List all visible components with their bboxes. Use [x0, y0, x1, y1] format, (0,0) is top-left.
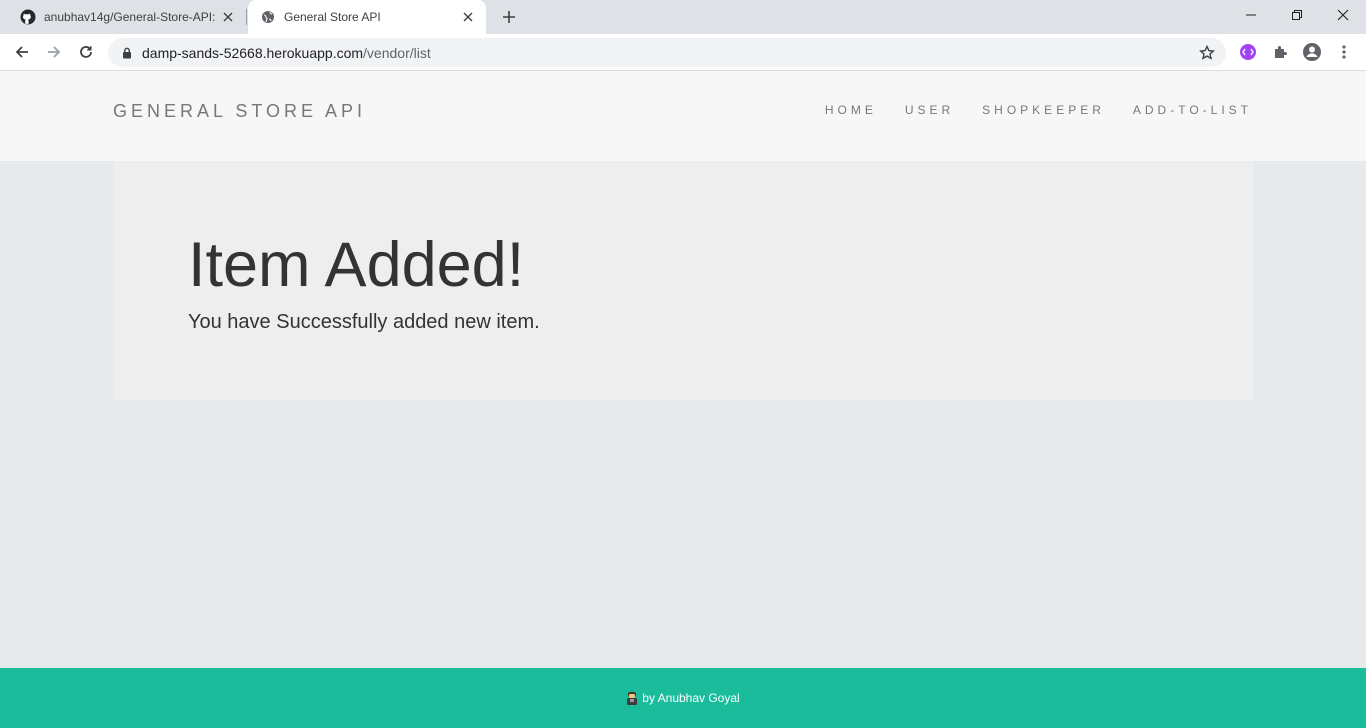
profile-avatar-icon[interactable]: [1301, 41, 1323, 63]
minimize-icon[interactable]: [1228, 0, 1274, 30]
footer-credit: by Anubhav Goyal: [626, 691, 740, 705]
window-close-icon[interactable]: [1320, 0, 1366, 30]
browser-tab-github[interactable]: anubhav14g/General-Store-API: T: [8, 0, 246, 34]
browser-tabstrip: anubhav14g/General-Store-API: T General …: [0, 0, 1366, 34]
github-icon: [20, 9, 36, 25]
browser-toolbar: damp-sands-52668.herokuapp.com/vendor/li…: [0, 34, 1366, 71]
browser-tab-general-store[interactable]: General Store API: [248, 0, 486, 34]
close-icon[interactable]: [456, 5, 480, 29]
address-bar[interactable]: damp-sands-52668.herokuapp.com/vendor/li…: [108, 38, 1226, 67]
page-title: Item Added!: [188, 230, 525, 300]
close-icon[interactable]: [216, 5, 240, 29]
tab-title: General Store API: [284, 10, 381, 24]
tab-title: anubhav14g/General-Store-API: T: [44, 10, 216, 24]
success-message: You have Successfully added new item.: [188, 311, 540, 333]
url-text: damp-sands-52668.herokuapp.com/vendor/li…: [142, 45, 431, 61]
forward-arrow-icon[interactable]: [41, 39, 67, 65]
developer-emoji-icon: [627, 692, 638, 705]
footer-credit-text: by Anubhav Goyal: [642, 691, 740, 705]
lock-icon[interactable]: [120, 46, 134, 60]
nav-link-add-to-list[interactable]: ADD-TO-LIST: [1133, 103, 1252, 117]
page-content: GENERAL STORE API HOME USER SHOPKEEPER A…: [0, 71, 1366, 728]
nav-link-shopkeeper[interactable]: SHOPKEEPER: [982, 103, 1105, 117]
more-menu-icon[interactable]: [1333, 41, 1355, 63]
new-tab-plus-icon[interactable]: [497, 5, 521, 29]
tab-separator: [246, 9, 247, 25]
site-nav-links: HOME USER SHOPKEEPER ADD-TO-LIST: [797, 103, 1252, 117]
globe-icon: [260, 9, 276, 25]
nav-link-user[interactable]: USER: [905, 103, 954, 117]
back-arrow-icon[interactable]: [9, 39, 35, 65]
success-panel: Item Added! You have Successfully added …: [113, 161, 1253, 400]
extension-icon[interactable]: [1237, 41, 1259, 63]
site-brand[interactable]: GENERAL STORE API: [113, 101, 366, 122]
url-path: /vendor/list: [363, 44, 431, 61]
bookmark-star-icon[interactable]: [1198, 44, 1216, 62]
site-footer: by Anubhav Goyal: [0, 668, 1366, 728]
url-host: damp-sands-52668.herokuapp.com: [142, 44, 364, 61]
reload-icon[interactable]: [73, 39, 99, 65]
extensions-puzzle-icon[interactable]: [1269, 41, 1291, 63]
site-navbar: GENERAL STORE API HOME USER SHOPKEEPER A…: [0, 71, 1366, 161]
restore-icon[interactable]: [1274, 0, 1320, 30]
nav-link-home[interactable]: HOME: [825, 103, 877, 117]
